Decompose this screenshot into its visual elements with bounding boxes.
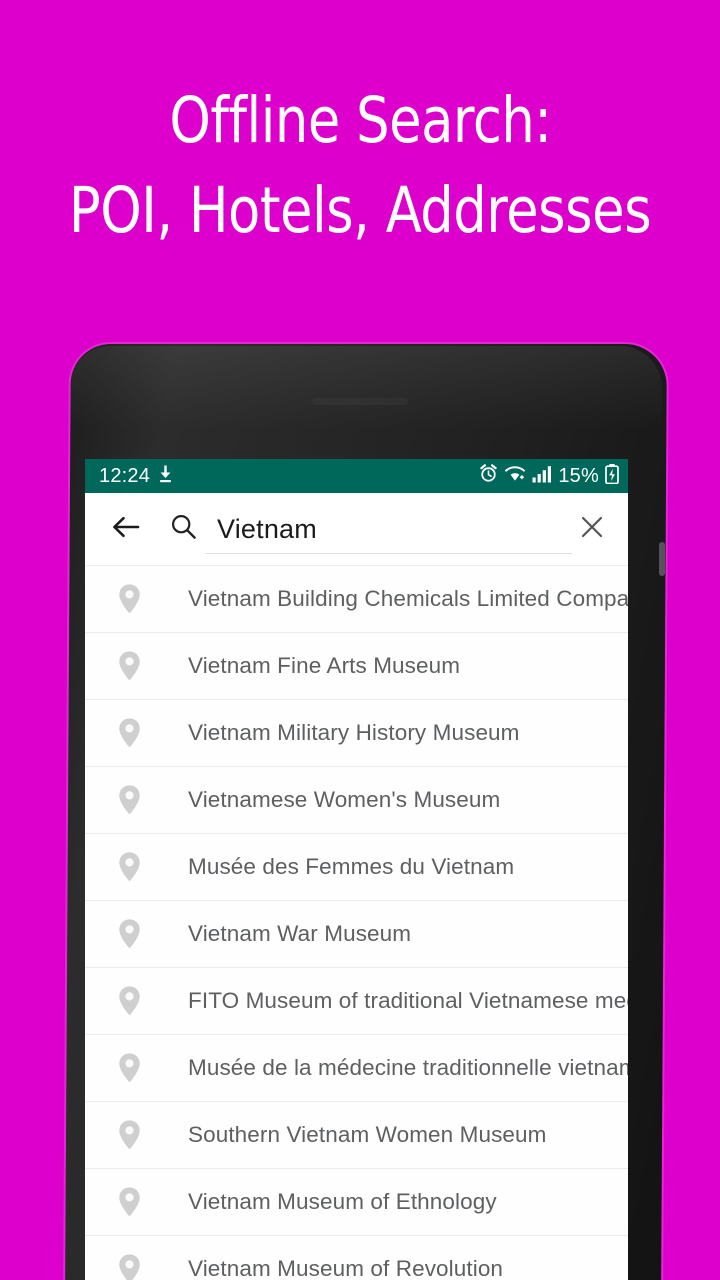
clear-search-button[interactable]	[570, 506, 614, 552]
map-pin-icon	[107, 650, 151, 682]
list-item-label: Vietnam Museum of Revolution	[188, 1256, 504, 1280]
list-item-label: Musée des Femmes du Vietnam	[188, 854, 515, 879]
promo-headline-line-2: POI, Hotels, Addresses	[68, 174, 652, 247]
list-item[interactable]: Vietnam Building Chemicals Limited Compa…	[85, 565, 628, 632]
signal-bars-icon	[532, 465, 552, 488]
list-item-label: Vietnam War Museum	[188, 921, 412, 946]
list-item-label: Vietnam Fine Arts Museum	[188, 653, 461, 678]
close-icon	[578, 513, 606, 546]
map-pin-icon	[107, 1186, 151, 1218]
map-pin-icon	[107, 583, 151, 615]
map-pin-icon	[107, 918, 151, 950]
map-pin-icon	[107, 1119, 151, 1151]
search-results-list: Vietnam Building Chemicals Limited Compa…	[85, 565, 628, 1280]
list-item[interactable]: FITO Museum of traditional Vietnamese me…	[85, 967, 628, 1034]
search-icon	[170, 513, 197, 545]
promo-headline-line-1: Offline Search:	[168, 84, 552, 157]
list-item-label: Vietnamese Women's Museum	[188, 787, 501, 812]
list-item[interactable]: Vietnam Museum of Ethnology	[85, 1168, 628, 1235]
promo-banner: Offline Search: POI, Hotels, Addresses	[0, 0, 720, 300]
list-item[interactable]: Vietnamese Women's Museum	[85, 766, 628, 833]
status-bar: 12:24 15%	[85, 459, 628, 493]
phone-screen: 12:24 15% Vietnam Vietnam Building Chemi…	[85, 459, 628, 1280]
search-icon-container	[161, 506, 205, 552]
map-pin-icon	[107, 784, 151, 816]
list-item[interactable]: Southern Vietnam Women Museum	[85, 1101, 628, 1168]
map-pin-icon	[107, 1052, 151, 1084]
map-pin-icon	[107, 851, 151, 883]
back-arrow-icon	[111, 514, 141, 545]
status-bar-left: 12:24	[99, 465, 172, 488]
status-clock: 12:24	[99, 464, 151, 487]
list-item[interactable]: Vietnam Museum of Revolution	[85, 1235, 628, 1280]
list-item-label: Vietnam Building Chemicals Limited Compa…	[188, 586, 628, 611]
map-pin-icon	[107, 985, 151, 1017]
power-button[interactable]	[659, 542, 665, 576]
back-button[interactable]	[103, 506, 149, 552]
list-item[interactable]: Musée des Femmes du Vietnam	[85, 833, 628, 900]
search-input-value: Vietnam	[217, 513, 317, 544]
wifi-icon	[504, 465, 526, 488]
list-item-label: Vietnam Military History Museum	[188, 720, 520, 745]
phone-bezel-gloss	[70, 346, 662, 466]
search-input[interactable]: Vietnam	[205, 503, 572, 555]
list-item-label: Musée de la médecine traditionnelle viet…	[188, 1055, 628, 1080]
list-item-label: Vietnam Museum of Ethnology	[188, 1189, 497, 1214]
earpiece-speaker	[312, 398, 408, 405]
list-item[interactable]: Vietnam Military History Museum	[85, 699, 628, 766]
list-item[interactable]: Vietnam War Museum	[85, 900, 628, 967]
map-pin-icon	[107, 1253, 151, 1280]
alarm-clock-icon	[479, 464, 498, 488]
phone-mockup: 12:24 15% Vietnam Vietnam Building Chemi…	[58, 344, 667, 1280]
battery-percent-label: 15%	[558, 464, 599, 487]
list-item-label: FITO Museum of traditional Vietnamese me…	[188, 988, 628, 1013]
list-item[interactable]: Musée de la médecine traditionnelle viet…	[85, 1034, 628, 1101]
search-input-underline	[205, 553, 572, 554]
search-bar: Vietnam	[85, 493, 628, 565]
status-bar-right: 15%	[479, 463, 619, 489]
map-pin-icon	[107, 717, 151, 749]
list-item[interactable]: Vietnam Fine Arts Museum	[85, 632, 628, 699]
list-item-label: Southern Vietnam Women Museum	[188, 1122, 547, 1147]
battery-charging-icon	[605, 463, 619, 489]
download-icon	[159, 465, 172, 488]
